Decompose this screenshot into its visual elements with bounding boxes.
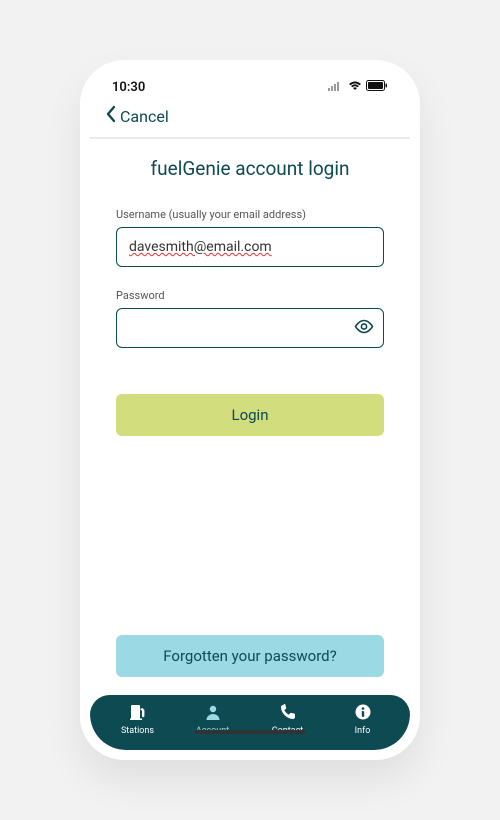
home-indicator[interactable] [195,730,305,734]
tab-stations[interactable]: Stations [100,703,175,736]
cancel-button[interactable]: Cancel [104,105,169,127]
battery-icon [366,80,388,95]
status-time: 10:30 [112,80,145,95]
nav-bar: Cancel [90,99,410,139]
phone-frame: 10:30 Cancel fuelGen [80,60,420,760]
show-password-button[interactable] [354,319,374,338]
password-field-wrap [116,308,384,348]
tab-bar: Stations Account Contact Info [90,695,410,750]
tab-info[interactable]: Info [325,703,400,736]
eye-icon [354,319,374,338]
username-value: davesmith@email.com [129,239,272,255]
username-field-wrap: davesmith@email.com [116,227,384,267]
cancel-label: Cancel [120,107,169,126]
status-icons [328,80,388,95]
signal-icon [328,80,344,95]
tab-label: Info [355,726,371,736]
person-icon [204,703,222,724]
wifi-icon [348,80,362,95]
username-label: Username (usually your email address) [116,208,384,221]
phone-icon [279,703,297,724]
chevron-left-icon [104,105,118,127]
forgot-password-button[interactable]: Forgotten your password? [116,635,384,677]
screen: 10:30 Cancel fuelGen [90,70,410,750]
page-title: fuelGenie account login [116,157,384,180]
info-icon [354,703,372,724]
username-input[interactable]: davesmith@email.com [116,227,384,267]
tab-label: Stations [121,726,154,736]
password-input[interactable] [116,308,384,348]
login-button[interactable]: Login [116,394,384,436]
fuel-pump-icon [129,703,147,724]
content: fuelGenie account login Username (usuall… [90,139,410,695]
password-label: Password [116,289,384,302]
status-bar: 10:30 [90,70,410,99]
